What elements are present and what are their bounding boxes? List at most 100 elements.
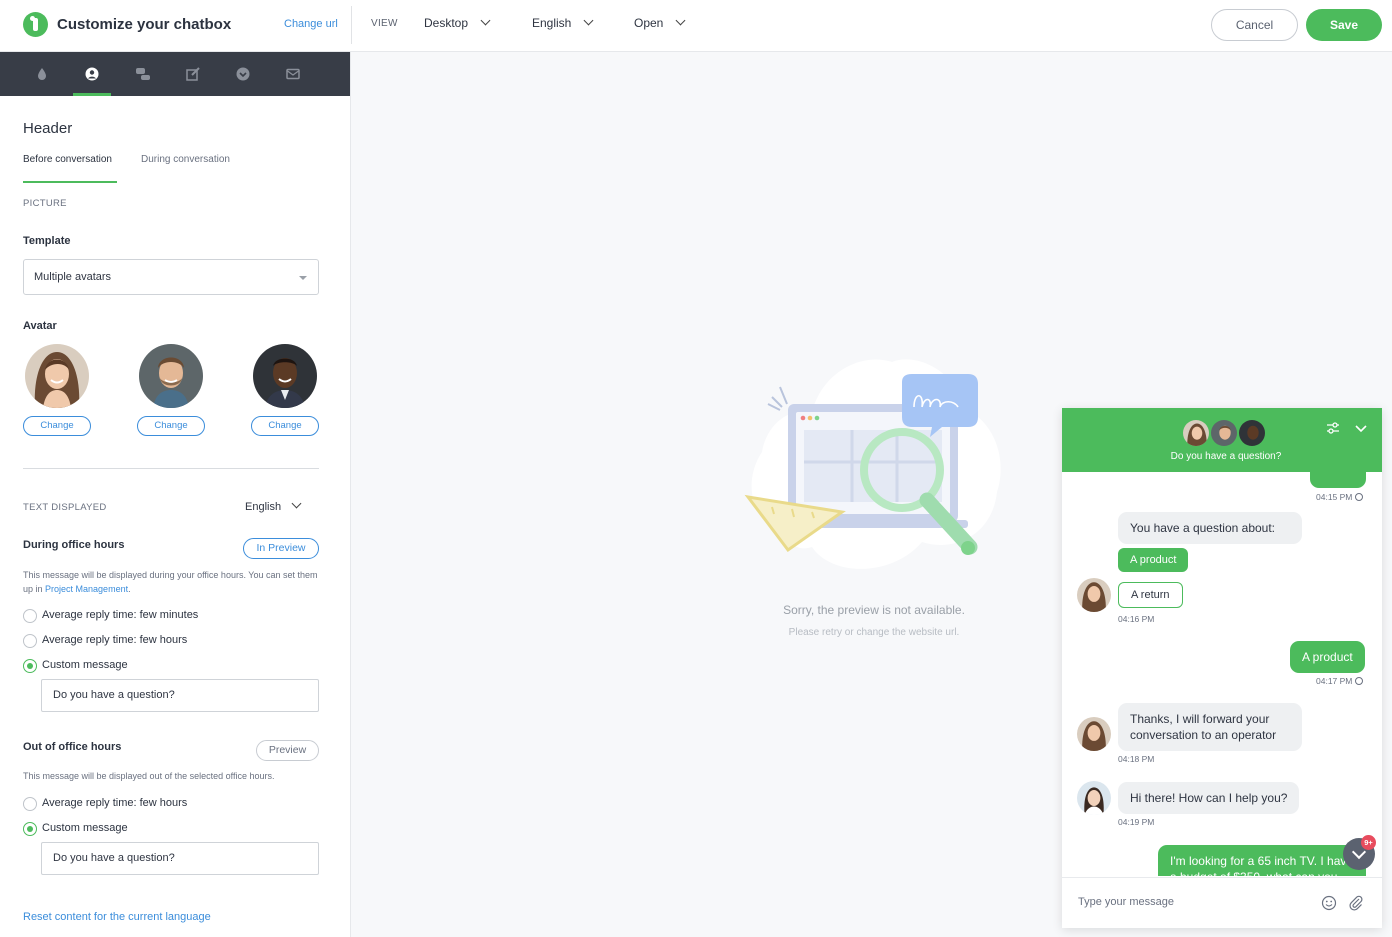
office-radio-few-minutes[interactable] [23, 609, 37, 623]
settings-panel: Header Before conversation During conver… [0, 52, 351, 937]
change-avatar-2-button[interactable]: Change [137, 416, 205, 436]
message-timestamp: 04:17 PM [1316, 676, 1364, 686]
office-radio-few-hours[interactable] [23, 634, 37, 648]
chat-messages: 04:15 PM You have a question about: A pr… [1062, 472, 1382, 876]
message-bubble-in: You have a question about: [1118, 512, 1302, 544]
quick-reply-return[interactable]: A return [1118, 582, 1183, 608]
page-title: Customize your chatbox [57, 16, 232, 33]
tab-messages[interactable] [273, 52, 311, 96]
user-icon [85, 67, 99, 81]
agent-avatar [1077, 717, 1111, 751]
language-dropdown[interactable]: English [532, 15, 594, 30]
template-label: Template [23, 235, 71, 247]
agent-avatar [1077, 578, 1111, 612]
language-value: English [532, 16, 572, 30]
unread-badge: 9+ [1361, 835, 1376, 850]
reset-content-link[interactable]: Reset content for the current language [23, 911, 211, 923]
tab-content[interactable] [173, 52, 211, 96]
avatar-man-1 [139, 344, 203, 408]
text-language-dropdown[interactable]: English [245, 498, 302, 513]
template-value: Multiple avatars [34, 271, 112, 283]
chat-header-avatar [1182, 419, 1210, 447]
settings-icon-bar [0, 52, 350, 96]
settings-sliders-icon[interactable] [1326, 422, 1340, 434]
office-option-label: Custom message [42, 659, 128, 671]
message-bubble-out [1310, 472, 1366, 488]
message-timestamp: 04:16 PM [1118, 614, 1155, 624]
agent-avatar [1077, 781, 1111, 815]
chevron-down-icon [583, 15, 594, 26]
out-office-radio-custom[interactable] [23, 822, 37, 836]
message-bubble-out: I'm looking for a 65 inch TV. I have a b… [1158, 845, 1366, 876]
emoji-icon[interactable] [1321, 895, 1337, 911]
save-button[interactable]: Save [1306, 9, 1382, 41]
chat-widget: Do you have a question? 04:15 PM You hav… [1062, 408, 1382, 928]
device-dropdown[interactable]: Desktop [424, 15, 491, 30]
chat-header-avatar [1210, 419, 1238, 447]
out-office-radio-few-hours[interactable] [23, 797, 37, 811]
message-bubble-in: Hi there! How can I help you? [1118, 782, 1300, 814]
app-logo-icon [23, 12, 48, 37]
avatar-man-2 [253, 344, 317, 408]
tab-theme[interactable] [23, 52, 61, 96]
tab-header[interactable] [73, 52, 111, 96]
message-timestamp: 04:19 PM [1118, 817, 1155, 827]
chevron-down-icon[interactable] [1354, 424, 1368, 433]
tab-during-conversation[interactable]: During conversation [141, 154, 230, 165]
message-timestamp: 04:18 PM [1118, 754, 1155, 764]
divider [351, 6, 352, 44]
message-timestamp: 04:15 PM [1316, 492, 1364, 502]
project-management-link[interactable]: Project Management [45, 584, 128, 594]
out-office-option-label: Custom message [42, 822, 128, 834]
state-dropdown[interactable]: Open [634, 15, 686, 30]
chat-header-question: Do you have a question? [1170, 451, 1282, 462]
tab-conversation[interactable] [123, 52, 161, 96]
cancel-button[interactable]: Cancel [1211, 9, 1298, 41]
tab-before-conversation[interactable]: Before conversation [23, 154, 117, 183]
office-hours-description: This message will be displayed during yo… [23, 570, 318, 594]
text-displayed-label: TEXT DISPLAYED [23, 502, 107, 513]
top-bar: Customize your chatbox Change url VIEW D… [0, 0, 1392, 52]
text-language-value: English [245, 501, 282, 513]
preview-unavailable-illustration [744, 359, 1001, 569]
picture-section-label: PICTURE [23, 198, 67, 209]
conversation-icon [136, 68, 150, 80]
chevron-down-icon [291, 498, 302, 509]
device-value: Desktop [424, 16, 469, 30]
change-avatar-1-button[interactable]: Change [23, 416, 91, 436]
view-label: VIEW [371, 18, 398, 29]
state-value: Open [634, 16, 664, 30]
message-bubble-out: A product [1290, 641, 1365, 673]
tab-options[interactable] [223, 52, 261, 96]
out-office-custom-message-input[interactable]: Do you have a question? [41, 842, 319, 875]
template-select[interactable]: Multiple avatars [23, 259, 319, 295]
change-avatar-3-button[interactable]: Change [251, 416, 319, 436]
office-option-label: Average reply time: few minutes [42, 609, 199, 621]
pencil-icon [186, 67, 200, 81]
drop-icon [38, 68, 46, 80]
attachment-icon[interactable] [1348, 895, 1364, 911]
change-url-link[interactable]: Change url [284, 18, 338, 30]
avatar-woman [25, 344, 89, 408]
chevron-down-icon [480, 15, 491, 26]
message-input[interactable]: Type your message [1078, 896, 1174, 908]
chat-header: Do you have a question? [1062, 408, 1382, 472]
section-title: Header [23, 120, 73, 137]
quick-reply-product[interactable]: A product [1118, 548, 1189, 572]
chat-composer: Type your message [1062, 877, 1382, 928]
preview-error-title: Sorry, the preview is not available. [783, 603, 965, 617]
divider [23, 468, 319, 469]
office-radio-custom[interactable] [23, 659, 37, 673]
check-circle-icon [236, 67, 250, 81]
chat-header-avatar [1238, 419, 1266, 447]
out-office-description: This message will be displayed out of th… [23, 771, 275, 781]
preview-button[interactable]: Preview [256, 740, 319, 761]
preview-error-hint: Please retry or change the website url. [788, 627, 960, 638]
office-hours-title: During office hours [23, 539, 125, 551]
check-icon [1355, 493, 1364, 501]
office-custom-message-input[interactable]: Do you have a question? [41, 679, 319, 712]
check-icon [1355, 677, 1364, 685]
out-office-hours-title: Out of office hours [23, 741, 122, 753]
caret-down-icon [299, 276, 307, 280]
in-preview-button[interactable]: In Preview [243, 538, 319, 559]
